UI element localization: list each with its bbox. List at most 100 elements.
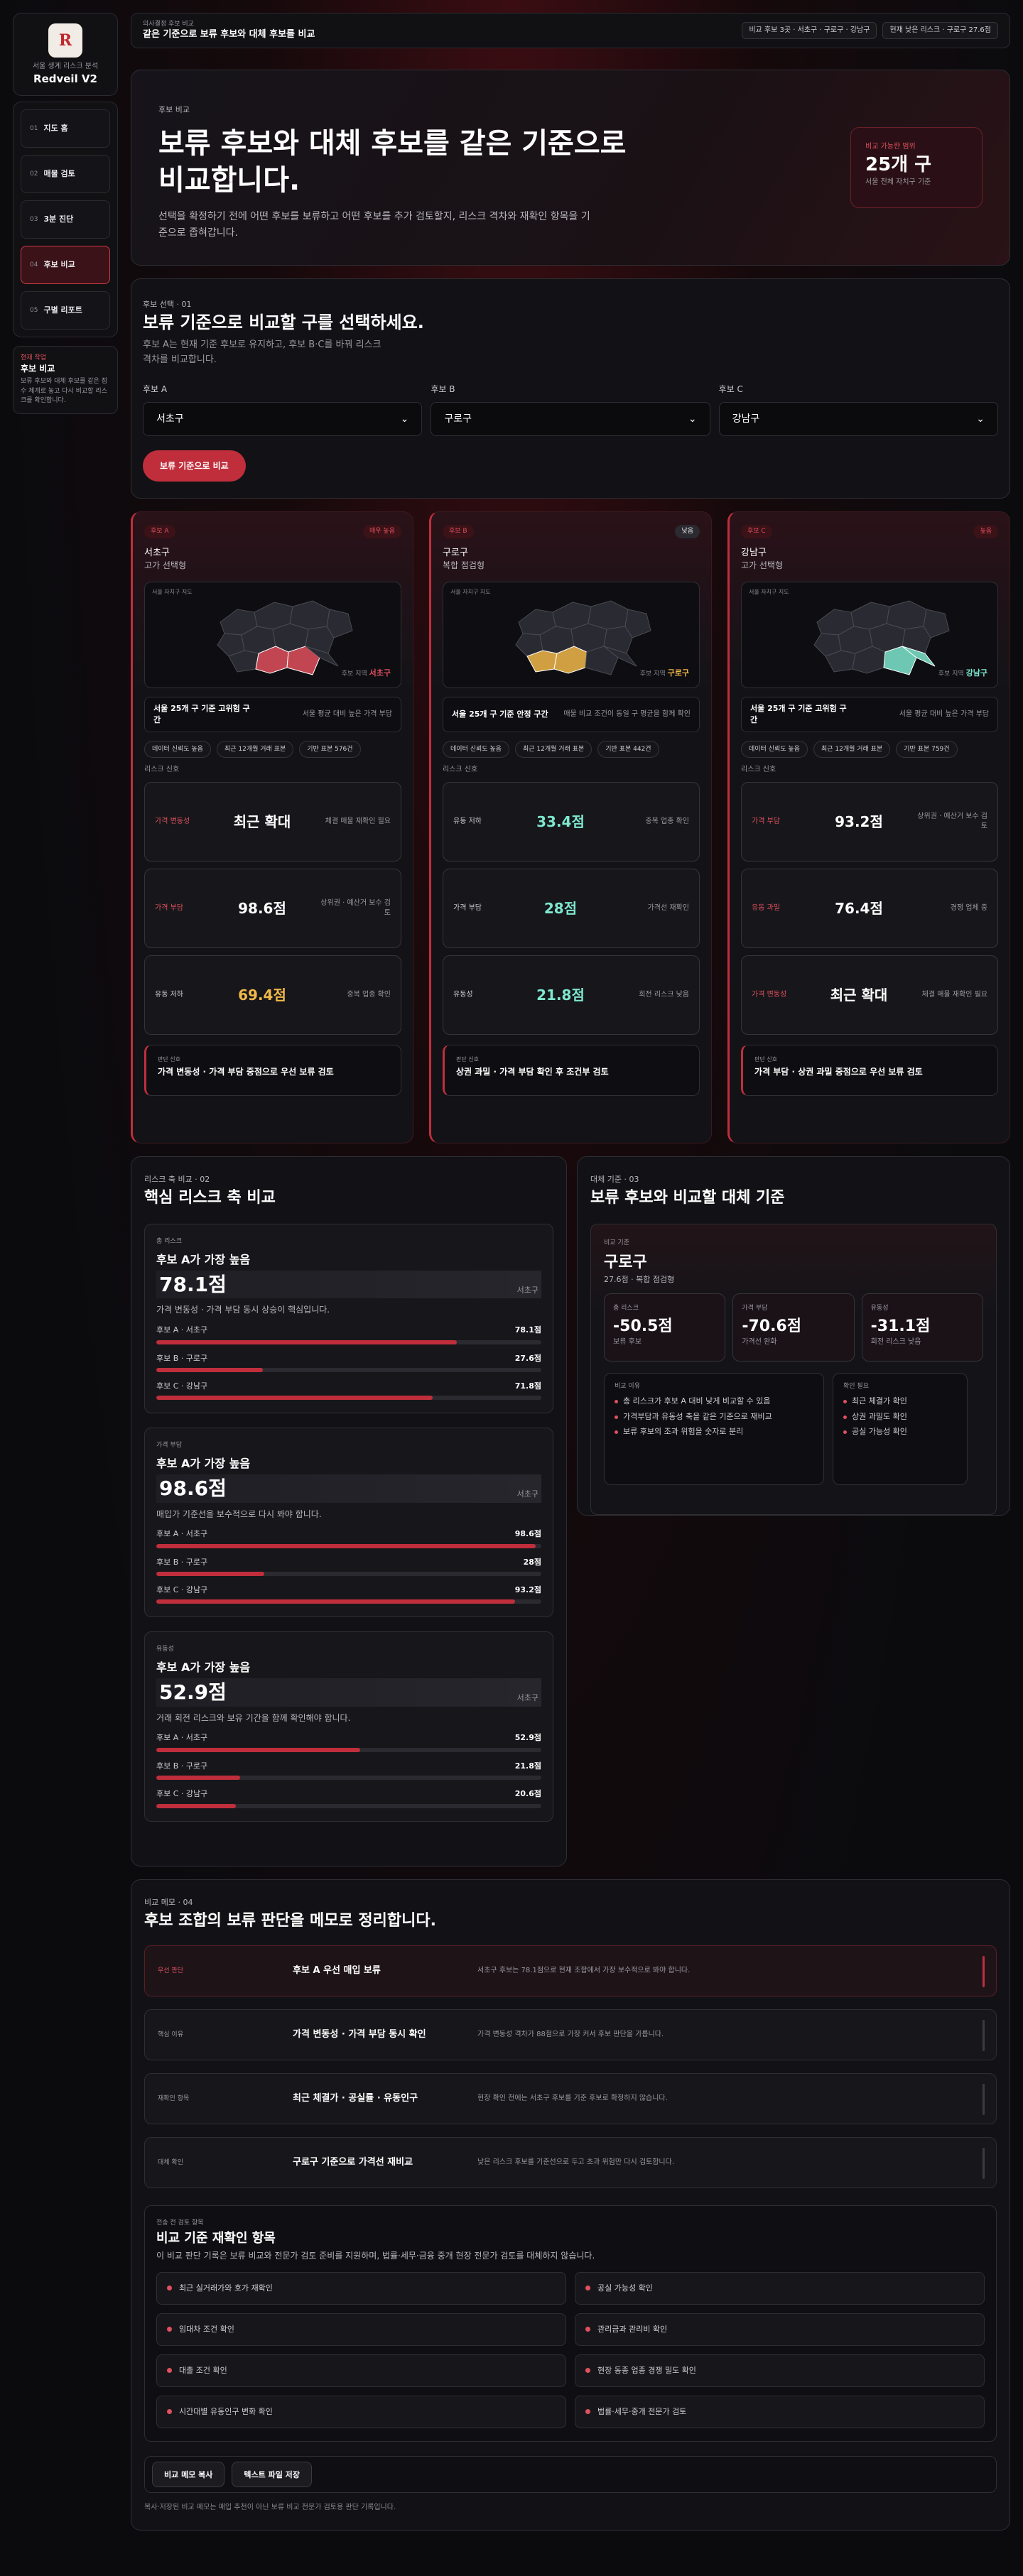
score-bar: [156, 1599, 541, 1604]
chevron-down-icon: ⌄: [976, 413, 985, 425]
candidate-cards: 후보 A 매우 높음 서초구 고가 선택형 서울 자치구 지도 후보 지역 서초구 서울 2…: [131, 511, 1010, 1143]
recheck-item[interactable]: 현장 동종 업종 경쟁 밀도 확인: [575, 2354, 985, 2387]
recheck-item[interactable]: 대출 조건 확인: [156, 2354, 566, 2387]
sidebar-item-map-home[interactable]: 01 지도 홈: [21, 109, 110, 148]
candidate-card: 후보 C 높음 강남구 고가 선택형 서울 자치구 지도 후보 지역 강남구 서울 25개 …: [727, 511, 1010, 1143]
recheck-item[interactable]: 공실 가능성 확인: [575, 2271, 985, 2305]
map-box: 서울 자치구 지도 후보 지역 구로구: [443, 581, 700, 688]
district-shape: [289, 600, 330, 630]
candidate-selector: 후보 선택 · 01 보류 기준으로 비교할 구를 선택하세요. 후보 A는 현…: [131, 278, 1010, 499]
candidate-a-select[interactable]: 서초구 ⌄: [143, 402, 423, 437]
axis-row: 후보 B · 구로구 27.6점: [156, 1353, 541, 1372]
district-name: 구로구: [443, 547, 468, 558]
axis-row: 후보 A · 서초구 52.9점: [156, 1732, 541, 1752]
reason-box: 비교 이유 총 리스크가 후보 A 대비 낮게 비교할 수 있음 가격부담과 유동성…: [604, 1372, 824, 1485]
delta-price: 가격 부담 -70.6점 가격선 완화: [732, 1293, 855, 1362]
risk-signal: 유동성 21.8점 회전 리스크 낮음: [443, 955, 700, 1036]
topbar: 의사결정 후보 비교 같은 기준으로 보류 후보와 대체 후보를 비교 비교 후보…: [131, 13, 1010, 48]
axis-row: 후보 C · 강남구 71.8점: [156, 1381, 541, 1401]
score-bar: [156, 1572, 541, 1577]
judgment-box: 판단 신호 가격 변동성 · 가격 부담 중점으로 우선 보류 검토: [144, 1045, 401, 1097]
recheck-item[interactable]: 시간대별 유동인구 변화 확인: [156, 2395, 566, 2428]
risk-level-badge: 매우 높음: [363, 525, 401, 538]
page-title: 같은 기준으로 보류 후보와 대체 후보를 비교: [143, 29, 315, 40]
candidate-tag: 후보 C: [741, 525, 772, 538]
score-bar: [156, 1396, 541, 1401]
chevron-down-icon: ⌄: [400, 413, 409, 425]
chevron-down-icon: ⌄: [688, 413, 697, 425]
map-box: 서울 자치구 지도 후보 지역 서초구: [144, 581, 401, 688]
candidate-c-select[interactable]: 강남구 ⌄: [718, 402, 998, 437]
risk-signal: 가격 부담 28점 가격선 재확인: [443, 869, 700, 949]
risk-signal: 가격 변동성 최근 확대 체결 매물 재확인 필요: [741, 955, 998, 1036]
risk-axis-panel: 리스크 축 비교 · 02 핵심 리스크 축 비교 총 리스크 후보 A가 가장 …: [131, 1156, 567, 1866]
candidate-tag: 후보 B: [443, 525, 474, 538]
district-name: 강남구: [741, 547, 767, 558]
score-bar: [156, 1776, 541, 1781]
copy-memo-button[interactable]: 비교 메모 복사: [152, 2461, 225, 2487]
risk-signal: 유동 과밀 76.4점 경쟁 업체 중: [741, 869, 998, 949]
delta-total: 총 리스크 -50.5점 보류 후보: [604, 1293, 726, 1362]
axis-row: 후보 C · 강남구 20.6점: [156, 1788, 541, 1808]
risk-signal: 유동 저하 69.4점 중복 업종 확인: [144, 955, 401, 1036]
district-shape: [588, 600, 629, 630]
recheck-item[interactable]: 최근 실거래가와 호가 재확인: [156, 2271, 566, 2305]
data-pill: 기반 표본 442건: [597, 740, 659, 759]
map-box: 서울 자치구 지도 후보 지역 강남구: [741, 581, 998, 688]
data-pill: 기반 표본 759건: [896, 740, 958, 759]
sidebar-item-diagnosis[interactable]: 03 3분 진단: [21, 200, 110, 239]
data-pill: 최근 12개월 거래 표본: [514, 740, 592, 759]
risk-signal: 가격 부담 98.6점 상위권 · 예산거 보수 검토: [144, 869, 401, 949]
recheck-panel: 전송 전 검토 항목 비교 기준 재확인 항목 이 비교 판단 기록은 보류 비…: [144, 2205, 997, 2442]
score-bar: [156, 1339, 541, 1344]
recheck-item[interactable]: 관리금과 관리비 확인: [575, 2313, 985, 2346]
rank-box: 서울 25개 구 기준 안정 구간 매물 비교 조건이 동일 구 평균을 함께 확…: [443, 696, 700, 732]
data-pill: 데이터 신뢰도 높음: [144, 740, 211, 759]
risk-signal: 가격 부담 93.2점 상위권 · 예산거 보수 검토: [741, 782, 998, 862]
check-box: 확인 필요 최근 체결가 확인 상권 과밀도 확인 공실 가능성 확인: [833, 1372, 968, 1485]
range-card: 비교 가능한 범위 25개 구 서울 전체 자치구 기준: [850, 127, 983, 208]
district-type: 고가 선택형: [144, 560, 187, 570]
data-pill: 데이터 신뢰도 높음: [741, 740, 808, 759]
recheck-item[interactable]: 법률·세무·중개 전문가 검토: [575, 2395, 985, 2428]
hero: 후보 비교 보류 후보와 대체 후보를 같은 기준으로 비교합니다. 선택을 확…: [131, 70, 1010, 266]
score-bar: [156, 1367, 541, 1372]
candidate-card: 후보 B 낮음 구로구 복합 점검형 서울 자치구 지도 후보 지역 구로구 서울 25개 …: [429, 511, 712, 1143]
memo-row[interactable]: 재확인 항목 최근 체결가 · 공실률 · 유동인구 현장 확인 전에는 서초구 후…: [144, 2073, 997, 2125]
memo-row[interactable]: 핵심 이유 가격 변동성 · 가격 부담 동시 확인 가격 변동성 격차가 88점으…: [144, 2009, 997, 2061]
district-shape: [886, 600, 927, 630]
sidebar-item-district-report[interactable]: 05 구별 리포트: [21, 291, 110, 330]
rank-box: 서울 25개 구 기준 고위험 구간 서울 평균 대비 높은 가격 부담: [741, 696, 998, 732]
axis-row: 후보 B · 구로구 28점: [156, 1557, 541, 1577]
seoul-district-map: [217, 600, 353, 675]
hero-desc: 선택을 확정하기 전에 어떤 후보를 보류하고 어떤 후보를 추가 검토할지, …: [158, 211, 590, 239]
judgment-box: 판단 신호 가격 부담 · 상권 과밀 중점으로 우선 보류 검토: [741, 1045, 998, 1097]
delta-liquidity: 유동성 -31.1점 회전 리스크 낮음: [861, 1293, 983, 1362]
sidebar-nav: 01 지도 홈 02 매물 검토 03 3분 진단 04 후보 비교 05 구별 리포트: [13, 102, 118, 337]
candidate-b-select[interactable]: 구로구 ⌄: [431, 402, 710, 437]
compare-count-chip: 비교 후보 3곳 · 서초구 · 구로구 · 강남구: [742, 22, 877, 39]
data-pill: 최근 12개월 거래 표본: [813, 740, 891, 759]
logo: R: [48, 23, 82, 58]
save-text-button[interactable]: 텍스트 파일 저장: [232, 2461, 312, 2487]
score-bar: [156, 1747, 541, 1752]
memo-row[interactable]: 대체 확인 구로구 기준으로 가격선 재비교 낮은 리스크 후보를 기준선으로 두고…: [144, 2137, 997, 2189]
axis-row: 후보 B · 구로구 21.8점: [156, 1761, 541, 1781]
compare-button[interactable]: 보류 기준으로 비교: [143, 450, 246, 482]
sidebar: R 서울 생계 리스크 분석 Redveil V2 01 지도 홈 02 매물 검토…: [13, 13, 118, 414]
candidate-card: 후보 A 매우 높음 서초구 고가 선택형 서울 자치구 지도 후보 지역 서초구 서울 2…: [131, 511, 413, 1143]
memo-row[interactable]: 우선 판단 후보 A 우선 매입 보류 서초구 후보는 78.1점으로 현재 조합에…: [144, 1945, 997, 1997]
alternative-card: 비교 기준 구로구 27.6점 · 복합 점검형 총 리스크 -50.5점 보류 후…: [590, 1224, 997, 1516]
risk-level-badge: 높음: [973, 525, 998, 538]
main: 의사결정 후보 비교 같은 기준으로 보류 후보와 대체 후보를 비교 비교 후보…: [131, 13, 1010, 2531]
memo-actions: 비교 메모 복사 텍스트 파일 저장: [144, 2455, 997, 2493]
recheck-item[interactable]: 임대차 조건 확인: [156, 2313, 566, 2346]
hero-title: 보류 후보와 대체 후보를 같은 기준으로 비교합니다.: [158, 127, 627, 197]
data-pill: 기반 표본 576건: [299, 740, 361, 759]
district-name: 서초구: [144, 547, 170, 558]
current-task-note: 현재 작업 후보 비교 보류 후보와 대체 후보를 같은 점수 체계로 놓고 다…: [13, 346, 118, 414]
brand-subtitle: 서울 생계 리스크 분석: [32, 63, 99, 70]
data-pill: 최근 12개월 거래 표본: [216, 740, 294, 759]
sidebar-item-listing-review[interactable]: 02 매물 검토: [21, 155, 110, 193]
sidebar-item-compare[interactable]: 04 후보 비교: [21, 246, 110, 284]
